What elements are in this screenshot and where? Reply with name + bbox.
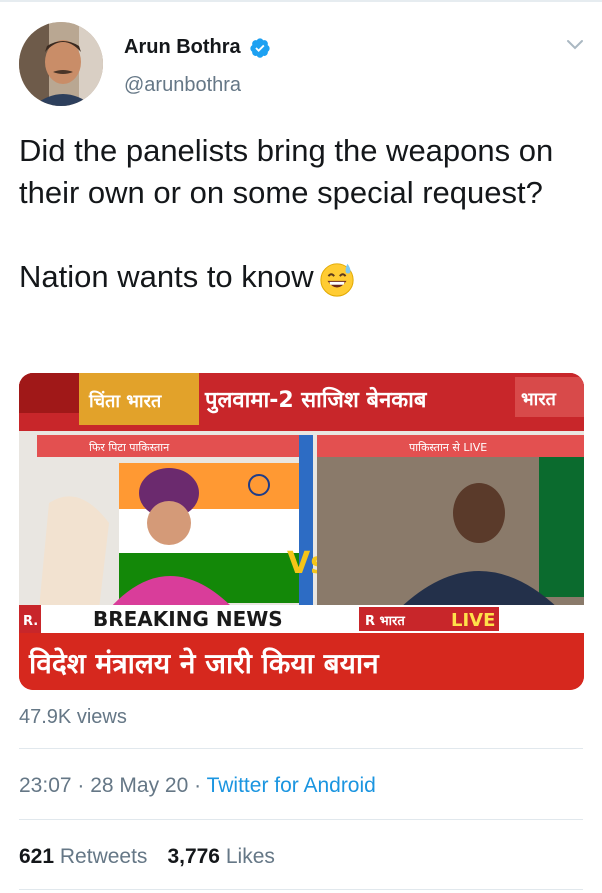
media-left-caption: फिर पिटा पाकिस्तान xyxy=(89,441,170,454)
retweets-count: 621 xyxy=(19,845,55,868)
tweet-text: Did the panelists bring the weapons on t… xyxy=(19,130,589,298)
likes-link[interactable]: 3,776 Likes xyxy=(167,845,274,868)
tweet-line-2-text: Nation wants to know xyxy=(19,259,314,294)
media-right-caption: पाकिस्तान से LIVE xyxy=(409,441,487,454)
tweet-line-1: Did the panelists bring the weapons on t… xyxy=(19,133,554,210)
tweet-line-2: Nation wants to know xyxy=(19,256,589,298)
media-live-prefix: R भारत xyxy=(365,614,405,629)
divider xyxy=(19,748,583,749)
engagement-counts: 621 Retweets 3,776 Likes xyxy=(19,845,275,869)
tweet-time: 23:07 xyxy=(19,774,72,797)
divider xyxy=(19,889,583,890)
media-top-banner-right: भारत xyxy=(521,389,557,410)
tweet-source-link[interactable]: Twitter for Android xyxy=(207,774,376,797)
divider xyxy=(19,819,583,820)
likes-label: Likes xyxy=(225,845,275,868)
media-breaking-label: BREAKING NEWS xyxy=(93,607,283,631)
author-name[interactable]: Arun Bothra xyxy=(124,36,241,59)
verified-badge-icon xyxy=(250,37,270,58)
tweet-meta: 23:07 · 28 May 20 · Twitter for Android xyxy=(19,774,376,797)
retweets-link[interactable]: 621 Retweets xyxy=(19,845,147,868)
author-handle[interactable]: @arunbothra xyxy=(124,74,241,97)
tweet-date: 28 May 20 xyxy=(90,774,189,797)
author-name-row[interactable]: Arun Bothra xyxy=(124,36,271,59)
tweet-media-image[interactable]: चिंता भारत पुलवामा-2 साजिश बेनकाब भारत फ… xyxy=(19,373,584,690)
top-divider xyxy=(0,0,602,2)
chevron-down-icon[interactable] xyxy=(565,38,585,52)
views-count: 47.9K views xyxy=(19,706,127,728)
media-top-banner: पुलवामा-2 साजिश बेनकाब xyxy=(204,386,428,414)
likes-count: 3,776 xyxy=(167,845,220,868)
media-headline: विदेश मंत्रालय ने जारी किया बयान xyxy=(28,647,380,680)
avatar[interactable] xyxy=(19,22,103,106)
media-breaking-r: R. xyxy=(23,614,38,629)
media-live-label: LIVE xyxy=(451,610,495,631)
sweat-smile-emoji-icon xyxy=(320,263,354,297)
media-top-banner-left: चिंता भारत xyxy=(88,390,162,412)
retweets-label: Retweets xyxy=(59,845,148,868)
